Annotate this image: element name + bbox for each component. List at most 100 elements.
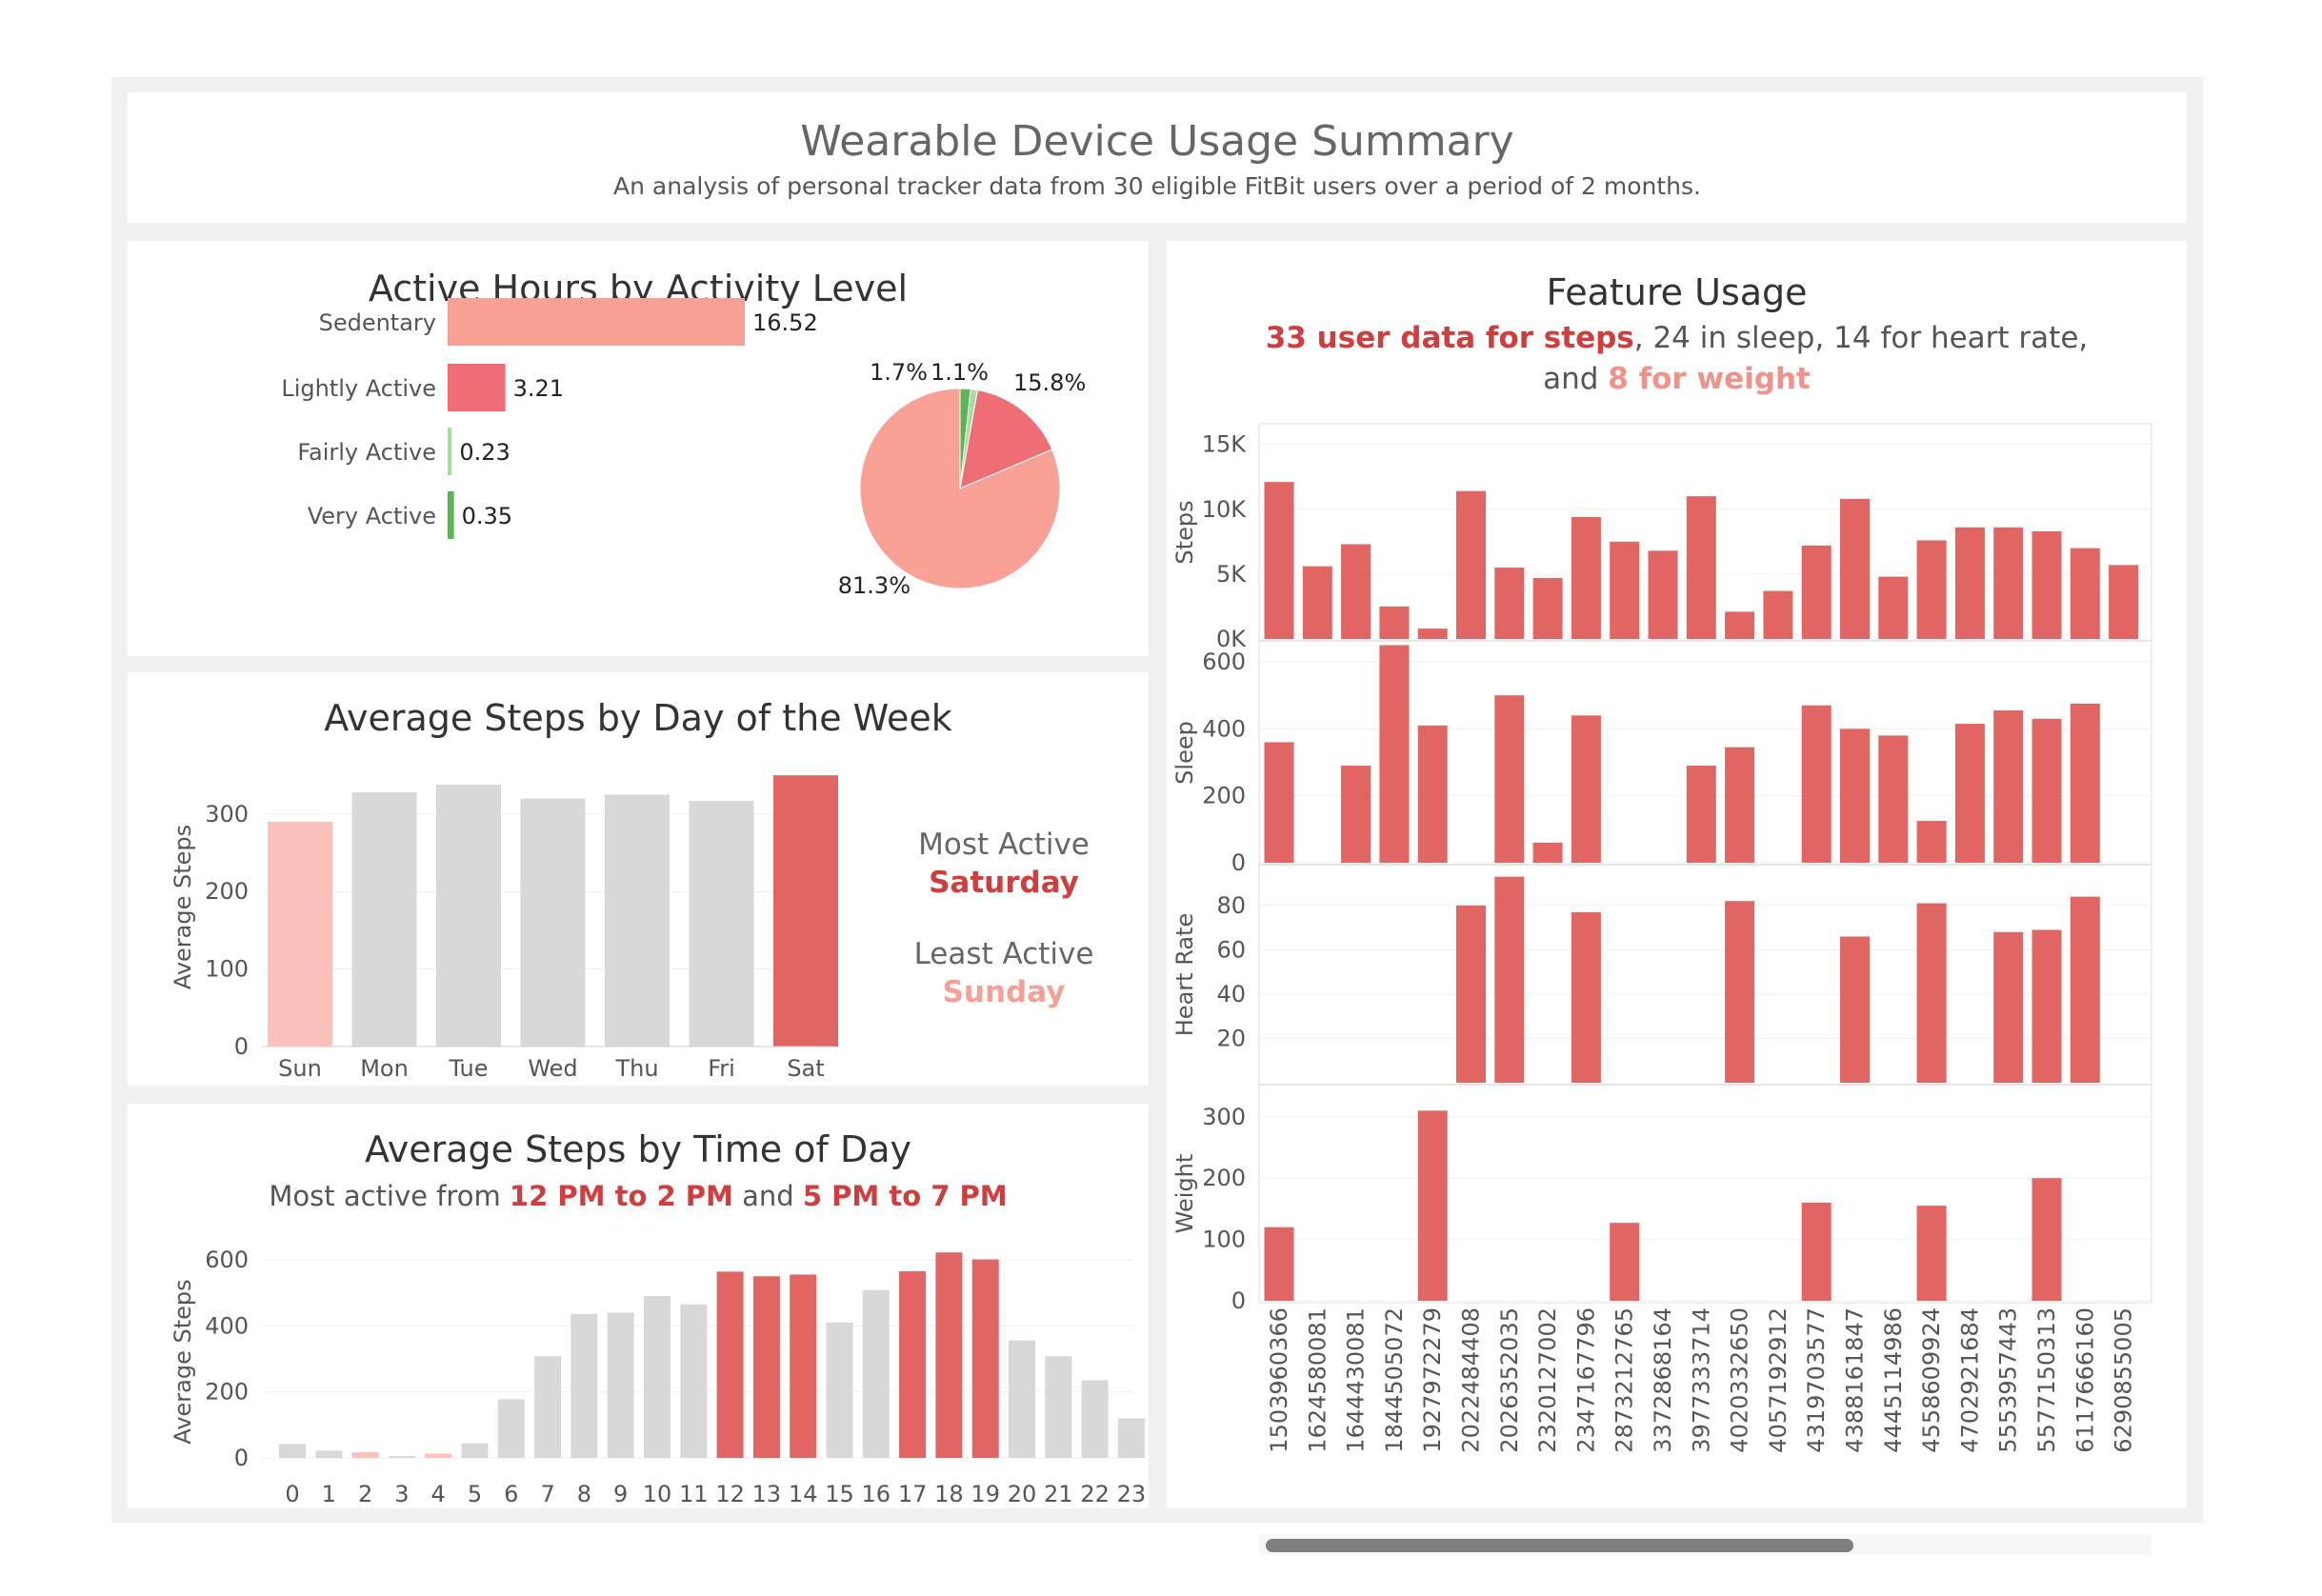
tod-bar[interactable] <box>862 1289 890 1458</box>
feature-bar[interactable] <box>1648 550 1678 639</box>
feature-bar[interactable] <box>2032 530 2062 639</box>
tod-bar[interactable] <box>826 1322 853 1458</box>
feature-bar[interactable] <box>1494 568 1525 639</box>
feature-bar[interactable] <box>1341 544 1371 639</box>
feature-bar[interactable] <box>1916 1206 1947 1301</box>
feature-bar[interactable] <box>1686 766 1716 863</box>
feature-bar[interactable] <box>1417 1110 1448 1301</box>
user-id-label: 4702921684 <box>1956 1307 1983 1453</box>
feature-bar[interactable] <box>1954 724 1985 863</box>
feature-bar[interactable] <box>1571 516 1601 639</box>
feature-bar[interactable] <box>1763 590 1793 639</box>
tod-bar[interactable] <box>752 1276 780 1458</box>
feature-bar[interactable] <box>1878 735 1909 863</box>
tod-bar[interactable] <box>971 1259 999 1458</box>
feature-bar[interactable] <box>1725 611 1755 639</box>
dow-bar[interactable] <box>268 821 332 1047</box>
feature-bar[interactable] <box>1993 527 2024 639</box>
feature-bar[interactable] <box>1610 541 1640 639</box>
x-tick-label: Fri <box>708 1055 735 1082</box>
activity-bar[interactable] <box>448 428 452 475</box>
feature-bar[interactable] <box>1840 728 1870 863</box>
tod-bar[interactable] <box>497 1399 525 1458</box>
tod-bar[interactable] <box>1081 1380 1109 1458</box>
feature-bar[interactable] <box>2032 929 2062 1083</box>
feature-bar[interactable] <box>1610 1223 1640 1301</box>
activity-bar[interactable] <box>448 298 745 346</box>
horizontal-scrollbar[interactable] <box>1300 1538 2167 1557</box>
tod-bar[interactable] <box>315 1450 343 1458</box>
tod-bar[interactable] <box>716 1271 744 1458</box>
tod-bar[interactable] <box>534 1356 562 1458</box>
feature-bar[interactable] <box>1954 527 1985 639</box>
feature-bar[interactable] <box>2070 548 2100 639</box>
feature-bar[interactable] <box>1725 747 1755 863</box>
feature-bar[interactable] <box>1532 842 1563 863</box>
feature-bar[interactable] <box>2032 718 2062 863</box>
feature-bar[interactable] <box>1571 911 1601 1083</box>
tod-bar[interactable] <box>1009 1340 1035 1458</box>
feature-bar[interactable] <box>1417 725 1448 863</box>
header-panel: Wearable Device Usage Summary An analysi… <box>128 92 2187 223</box>
tod-bar[interactable] <box>1045 1356 1072 1458</box>
least-active-label: Least Active <box>913 937 1094 971</box>
tod-bar[interactable] <box>899 1271 927 1458</box>
feature-bar[interactable] <box>1993 710 2024 863</box>
feature-bar[interactable] <box>1456 905 1486 1083</box>
tod-bar[interactable] <box>279 1444 306 1458</box>
feature-bar[interactable] <box>1801 1202 1832 1301</box>
activity-bar[interactable] <box>448 364 506 411</box>
tod-bar[interactable] <box>607 1312 634 1458</box>
feature-bar[interactable] <box>1417 628 1448 639</box>
feature-bar[interactable] <box>1456 490 1486 639</box>
feature-bar[interactable] <box>2070 896 2100 1083</box>
feature-bar[interactable] <box>1264 482 1294 639</box>
feature-bar[interactable] <box>1571 715 1601 863</box>
activity-bar[interactable] <box>448 491 454 539</box>
feature-bar[interactable] <box>1916 540 1947 639</box>
tod-bar[interactable] <box>388 1455 415 1458</box>
most-active-label: Most Active <box>918 828 1090 862</box>
feature-bar[interactable] <box>1686 496 1716 639</box>
tod-bar[interactable] <box>351 1452 379 1458</box>
feature-bar[interactable] <box>1725 901 1755 1083</box>
tod-bar[interactable] <box>425 1453 452 1458</box>
feature-bar[interactable] <box>1840 936 1870 1083</box>
feature-bar[interactable] <box>1379 606 1410 639</box>
feature-bar[interactable] <box>1840 498 1870 639</box>
feature-bar[interactable] <box>1341 766 1371 863</box>
dow-bar[interactable] <box>773 775 838 1047</box>
dow-bar[interactable] <box>351 792 417 1047</box>
feature-bar[interactable] <box>1993 931 2024 1083</box>
dow-bar[interactable] <box>605 794 670 1047</box>
feature-bar[interactable] <box>1494 876 1525 1083</box>
tod-bar[interactable] <box>570 1313 598 1458</box>
feature-bar[interactable] <box>2032 1178 2062 1301</box>
feature-bar[interactable] <box>1916 821 1947 863</box>
dow-bar[interactable] <box>436 784 501 1047</box>
tod-bar[interactable] <box>1117 1418 1145 1458</box>
tod-bar[interactable] <box>790 1274 817 1458</box>
feature-bar[interactable] <box>1916 903 1947 1083</box>
dow-bar[interactable] <box>689 800 754 1047</box>
most-active-stat: Most Active Saturday <box>871 828 1137 900</box>
y-tick-label: 80 <box>1216 892 1246 919</box>
feature-bar[interactable] <box>1379 645 1410 863</box>
pie-label: 1.7% <box>870 359 928 386</box>
feature-bar[interactable] <box>1801 705 1832 863</box>
tod-bar[interactable] <box>935 1252 963 1458</box>
feature-bar[interactable] <box>1532 577 1563 639</box>
feature-bar[interactable] <box>1801 545 1832 639</box>
dow-bar[interactable] <box>520 798 586 1047</box>
x-tick-label: 18 <box>934 1481 964 1507</box>
feature-bar[interactable] <box>1264 1227 1294 1301</box>
feature-bar[interactable] <box>1264 742 1294 863</box>
feature-bar[interactable] <box>1494 695 1525 863</box>
feature-bar[interactable] <box>1878 576 1909 639</box>
tod-bar[interactable] <box>644 1296 671 1458</box>
feature-bar[interactable] <box>2109 565 2139 639</box>
tod-bar[interactable] <box>680 1304 708 1458</box>
tod-bar[interactable] <box>461 1443 489 1458</box>
feature-bar[interactable] <box>1302 566 1332 639</box>
feature-bar[interactable] <box>2070 704 2100 863</box>
